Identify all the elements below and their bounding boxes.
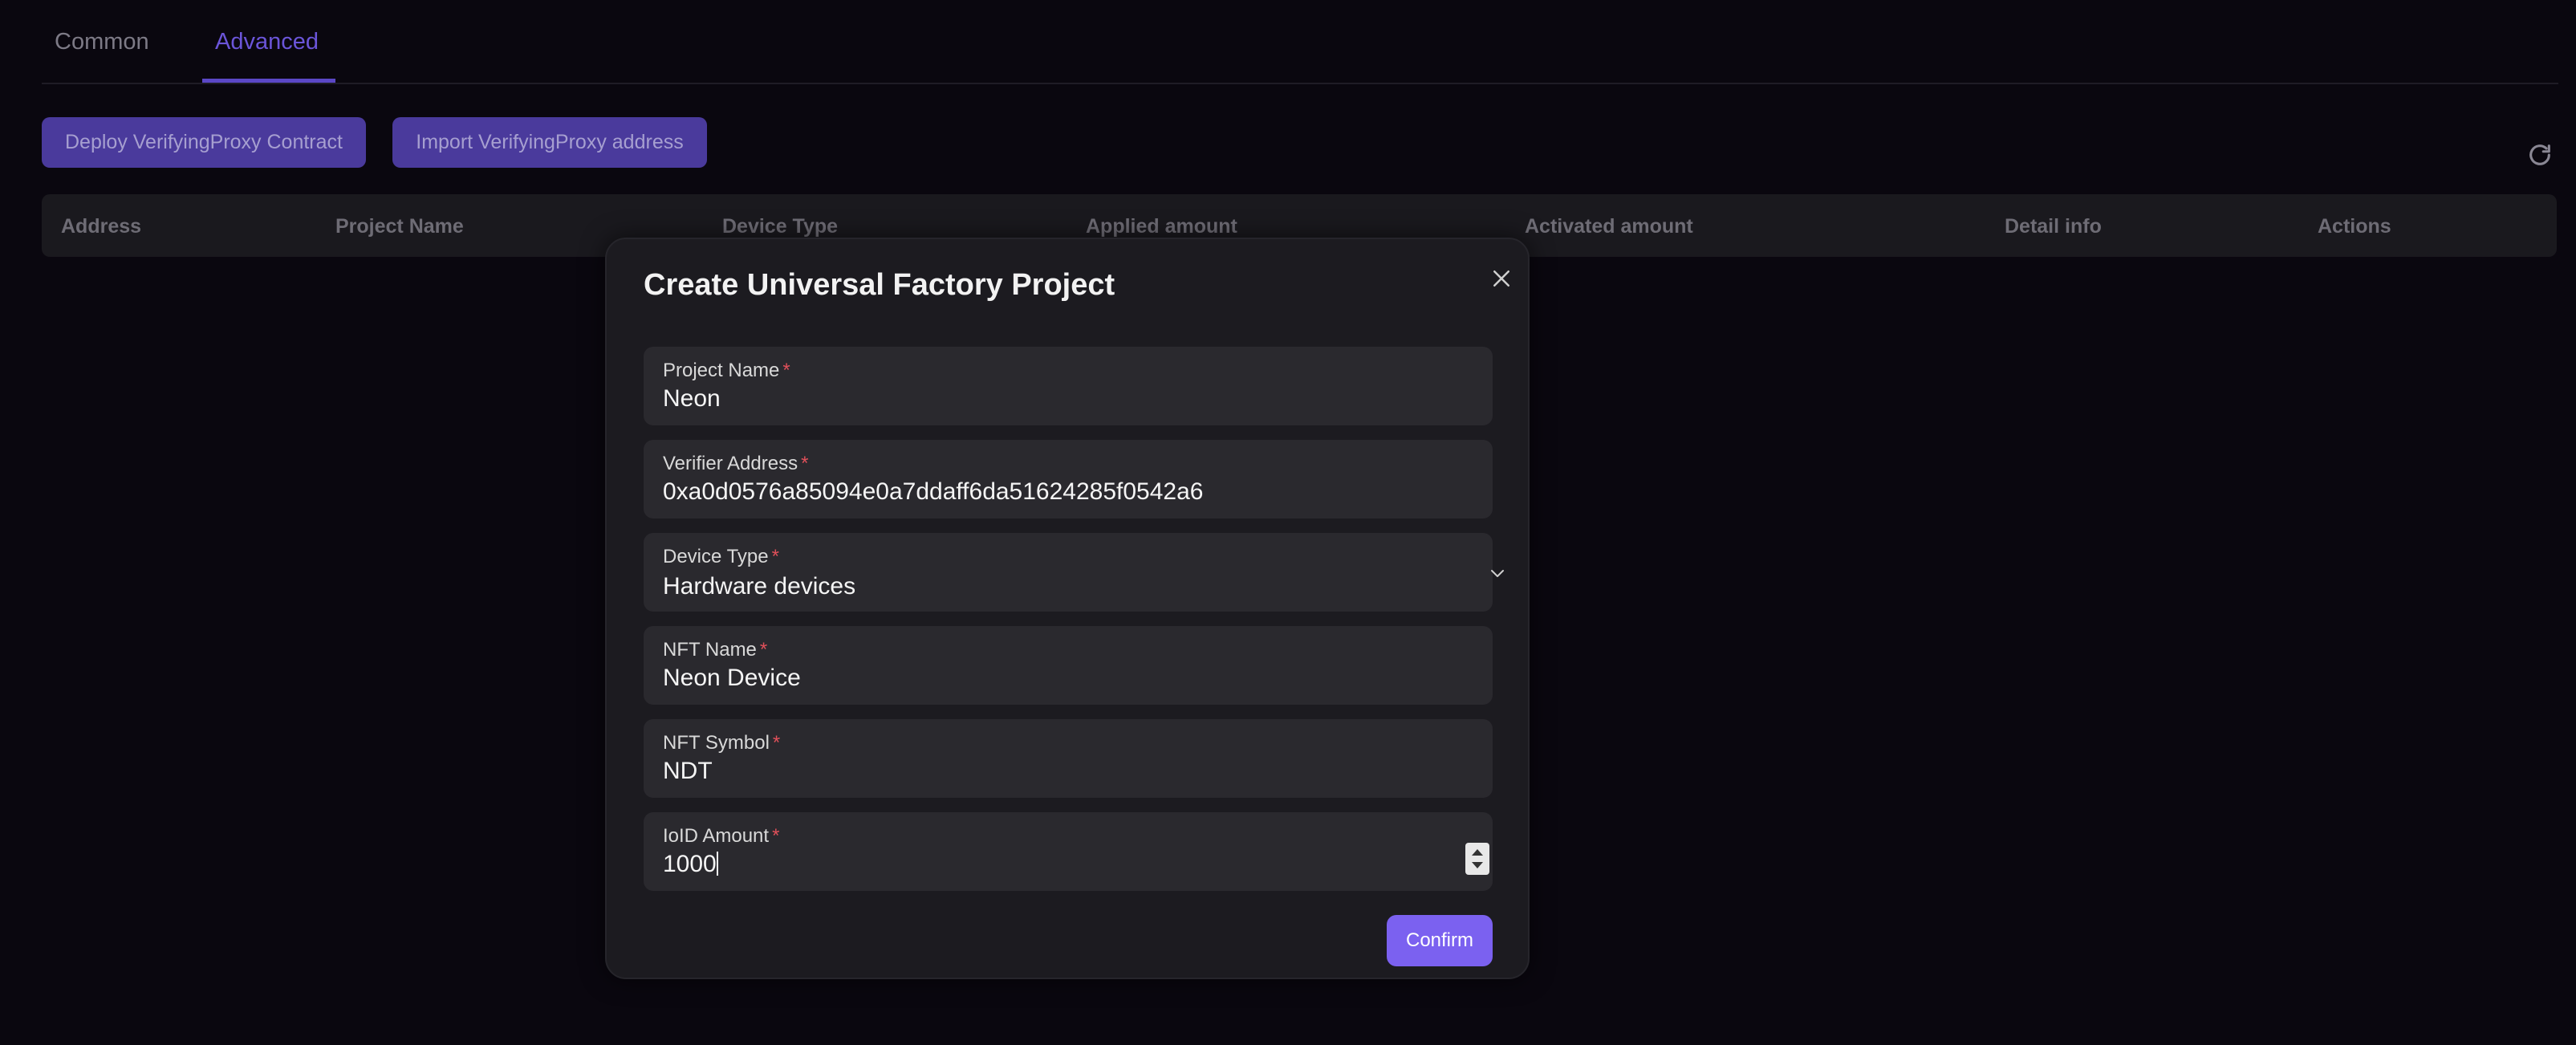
tab-bar: Common Advanced [42, 0, 2558, 84]
ioid-amount-field[interactable]: IoID Amount * 1000 [644, 812, 1493, 891]
nft-symbol-input[interactable]: NDT [663, 758, 713, 785]
nft-name-input[interactable]: Neon Device [663, 665, 801, 692]
column-header-detail-info: Detail info [2005, 215, 2102, 238]
close-icon[interactable] [1489, 266, 1514, 291]
page: Common Advanced Deploy VerifyingProxy Co… [0, 0, 2576, 1045]
deploy-verifyingproxy-button[interactable]: Deploy VerifyingProxy Contract [42, 117, 366, 168]
tab-common[interactable]: Common [55, 29, 149, 55]
verifier-address-input[interactable]: 0xa0d0576a85094e0a7ddaff6da51624285f0542… [663, 478, 1203, 506]
nft-name-field[interactable]: NFT Name * Neon Device [644, 626, 1493, 705]
decrement-arrow-icon[interactable] [1472, 862, 1483, 868]
column-header-activated-amount: Activated amount [1525, 215, 1693, 238]
column-header-address: Address [61, 215, 142, 238]
field-label: NFT Name * [663, 639, 768, 661]
ioid-amount-value: 1000 [663, 851, 717, 877]
increment-arrow-icon[interactable] [1472, 849, 1483, 856]
column-header-actions: Actions [2318, 215, 2391, 238]
project-name-field[interactable]: Project Name * Neon [644, 347, 1493, 425]
dialog-title: Create Universal Factory Project [644, 268, 1115, 302]
refresh-icon[interactable] [2526, 141, 2554, 169]
import-verifyingproxy-button[interactable]: Import VerifyingProxy address [392, 117, 707, 168]
column-header-applied-amount: Applied amount [1086, 215, 1237, 238]
text-cursor [716, 852, 718, 876]
field-label: Project Name * [663, 360, 790, 381]
confirm-button[interactable]: Confirm [1387, 915, 1493, 966]
ioid-amount-input[interactable]: 1000 [663, 851, 718, 878]
column-header-device-type: Device Type [722, 215, 839, 238]
project-name-input[interactable]: Neon [663, 385, 721, 413]
active-tab-indicator [202, 79, 335, 83]
column-header-project-name: Project Name [335, 215, 464, 238]
field-label: NFT Symbol * [663, 732, 781, 754]
create-project-dialog: Create Universal Factory Project Project… [605, 238, 1530, 979]
device-type-select[interactable]: Device Type * Hardware devices [644, 533, 1504, 612]
field-label: Verifier Address * [663, 453, 809, 474]
device-type-value[interactable]: Hardware devices [663, 573, 855, 600]
nft-symbol-field[interactable]: NFT Symbol * NDT [644, 719, 1493, 798]
field-label: IoID Amount * [663, 825, 780, 847]
chevron-down-icon[interactable] [1488, 563, 1507, 583]
tab-advanced[interactable]: Advanced [215, 29, 319, 55]
number-stepper[interactable] [1465, 843, 1489, 875]
field-label: Device Type * [663, 546, 779, 567]
verifier-address-field[interactable]: Verifier Address * 0xa0d0576a85094e0a7dda… [644, 440, 1493, 518]
